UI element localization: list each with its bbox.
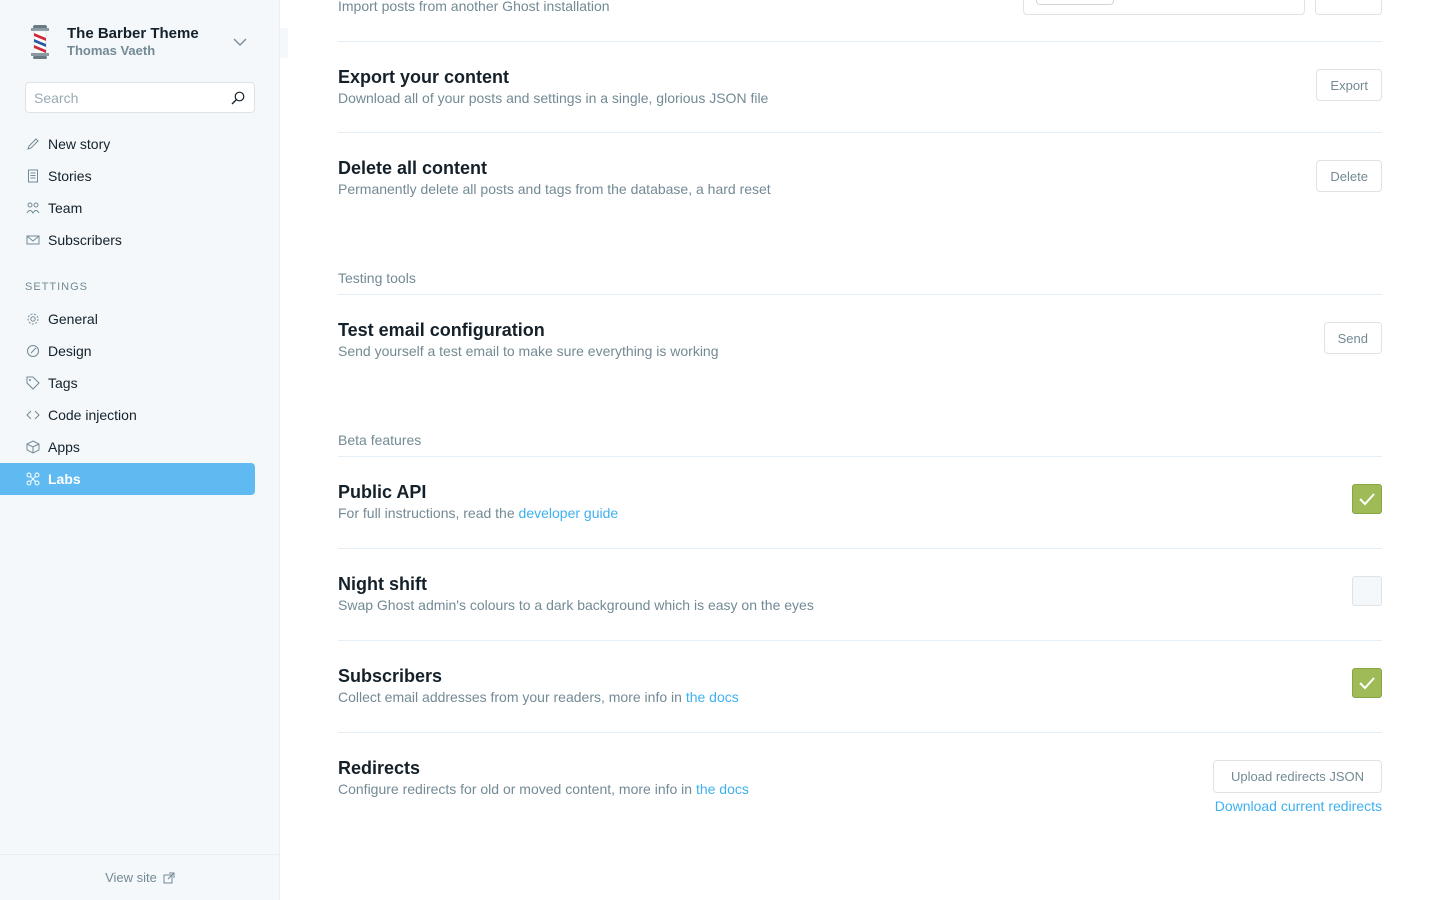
nav-item-team[interactable]: Team: [0, 192, 255, 224]
document-icon: [25, 168, 41, 184]
search-icon[interactable]: [230, 90, 246, 106]
nav-item-new-story[interactable]: New story: [0, 128, 255, 160]
description-text: Collect email addresses from your reader…: [338, 689, 686, 705]
nav-item-design[interactable]: Design: [0, 335, 255, 367]
sidebar: The Barber Theme Thomas Vaeth New story …: [0, 0, 280, 900]
divider: [338, 132, 1382, 133]
description-text: Configure redirects for old or moved con…: [338, 781, 696, 797]
developer-guide-link[interactable]: developer guide: [519, 505, 619, 521]
nav-item-apps[interactable]: Apps: [0, 431, 255, 463]
box-icon: [25, 439, 41, 455]
delete-button[interactable]: Delete: [1316, 160, 1382, 192]
test-email-description: Send yourself a test email to make sure …: [338, 343, 719, 359]
choose-file-button[interactable]: [1036, 0, 1114, 5]
code-icon: [25, 407, 41, 423]
brush-icon: [25, 343, 41, 359]
divider: [338, 41, 1382, 42]
nav-label: Code injection: [48, 407, 137, 423]
public-api-row: Public API For full instructions, read t…: [338, 481, 1382, 523]
chevron-down-icon[interactable]: [230, 32, 250, 52]
subscribers-docs-link[interactable]: the docs: [686, 689, 739, 705]
tag-icon: [25, 375, 41, 391]
night-shift-checkbox[interactable]: [1352, 576, 1382, 606]
delete-row: Delete all content Permanently delete al…: [338, 157, 1382, 199]
nav-label: Stories: [48, 168, 92, 184]
team-icon: [25, 200, 41, 216]
gear-icon: [25, 311, 41, 327]
send-button[interactable]: Send: [1323, 322, 1382, 354]
download-redirects-link[interactable]: Download current redirects: [1215, 798, 1382, 814]
sidebar-edge-tab: [280, 28, 288, 58]
checkmark-icon: [1359, 493, 1375, 506]
barber-pole-logo: [25, 24, 55, 60]
nav-label: Team: [48, 200, 83, 216]
redirects-docs-link[interactable]: the docs: [696, 781, 749, 797]
main-nav: New story Stories Team Subscribers: [0, 128, 255, 256]
testing-tools-heading: Testing tools: [338, 270, 416, 286]
subscribers-checkbox[interactable]: [1352, 668, 1382, 698]
export-button[interactable]: Export: [1316, 69, 1382, 101]
subscribers-title: Subscribers: [338, 666, 443, 686]
import-file-input[interactable]: [1023, 0, 1305, 15]
nav-item-labs[interactable]: Labs: [0, 463, 255, 495]
checkmark-icon: [1359, 677, 1375, 690]
user-name: Thomas Vaeth: [67, 43, 156, 58]
search-input[interactable]: [34, 89, 230, 106]
divider: [338, 456, 1382, 457]
nav-label: Apps: [48, 439, 80, 455]
nav-label: Design: [48, 343, 92, 359]
nav-label: General: [48, 311, 98, 327]
nav-label: New story: [48, 136, 111, 152]
nav-item-general[interactable]: General: [0, 303, 255, 335]
delete-description: Permanently delete all posts and tags fr…: [338, 181, 771, 197]
view-site-label: View site: [105, 870, 157, 885]
nav-item-code-injection[interactable]: Code injection: [0, 399, 255, 431]
divider: [338, 294, 1382, 295]
nav-label: Labs: [48, 471, 81, 487]
divider: [338, 548, 1382, 549]
settings-nav: General Design Tags Code injection Apps …: [0, 303, 255, 495]
night-shift-title: Night shift: [338, 574, 427, 594]
external-link-icon: [163, 872, 175, 884]
blog-switcher[interactable]: The Barber Theme Thomas Vaeth: [25, 22, 255, 62]
test-email-title: Test email configuration: [338, 320, 545, 340]
settings-heading: Settings: [25, 281, 89, 293]
subscribers-row: Subscribers Collect email addresses from…: [338, 665, 1382, 707]
search-box[interactable]: [25, 82, 255, 113]
pencil-icon: [25, 136, 41, 152]
export-title: Export your content: [338, 67, 510, 87]
public-api-description: For full instructions, read the develope…: [338, 503, 1382, 523]
nav-item-stories[interactable]: Stories: [0, 160, 255, 192]
test-email-row: Test email configuration Send yourself a…: [338, 319, 1382, 361]
public-api-title: Public API: [338, 482, 427, 502]
night-shift-row: Night shift Swap Ghost admin's colours t…: [338, 573, 1382, 615]
labs-icon: [25, 471, 41, 487]
subscribers-description: Collect email addresses from your reader…: [338, 687, 1382, 707]
nav-item-subscribers[interactable]: Subscribers: [0, 224, 255, 256]
description-text: For full instructions, read the: [338, 505, 519, 521]
envelope-icon: [25, 232, 41, 248]
view-site-link[interactable]: View site: [0, 854, 280, 900]
public-api-checkbox[interactable]: [1352, 484, 1382, 514]
blog-title: The Barber Theme: [67, 25, 199, 42]
upload-redirects-button[interactable]: Upload redirects JSON: [1213, 760, 1382, 793]
export-row: Export your content Download all of your…: [338, 66, 1382, 108]
delete-title: Delete all content: [338, 158, 488, 178]
nav-item-tags[interactable]: Tags: [0, 367, 255, 399]
export-description: Download all of your posts and settings …: [338, 90, 769, 106]
beta-features-heading: Beta features: [338, 432, 422, 448]
labs-content: Import posts from another Ghost installa…: [338, 0, 1382, 900]
divider: [338, 732, 1382, 733]
night-shift-description: Swap Ghost admin's colours to a dark bac…: [338, 597, 814, 613]
nav-label: Subscribers: [48, 232, 122, 248]
import-button[interactable]: [1315, 0, 1382, 15]
nav-label: Tags: [48, 375, 78, 391]
divider: [338, 640, 1382, 641]
